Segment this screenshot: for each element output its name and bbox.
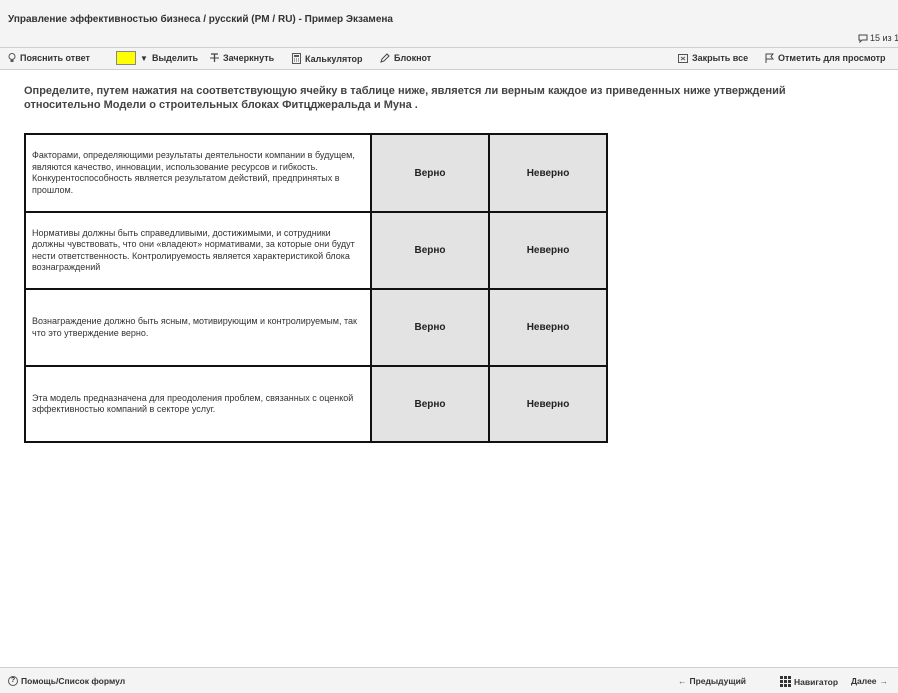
highlight-button[interactable]: Выделить [152, 53, 198, 63]
table-row: Нормативы должны быть справедливыми, дос… [24, 211, 608, 290]
notepad-button[interactable]: Блокнот [380, 53, 431, 63]
title-bar: Управление эффективностью бизнеса / русс… [0, 0, 898, 48]
navigator-button[interactable]: Навигатор [780, 676, 838, 687]
true-option-cell[interactable]: Верно [370, 288, 490, 367]
strikethrough-button[interactable]: Зачеркнуть [210, 53, 274, 63]
next-label: Далее [851, 676, 877, 686]
navigator-label: Навигатор [794, 676, 839, 687]
help-formulas-button[interactable]: ? Помощь/Список формул [8, 676, 125, 686]
question-text: Определите, путем нажатия на соответству… [24, 85, 786, 111]
previous-label: Предыдущий [689, 676, 747, 686]
strikethrough-icon [210, 53, 219, 63]
calculator-label: Калькулятор [305, 53, 363, 64]
highlight-color-picker[interactable]: ▼ [116, 51, 148, 65]
explain-answer-button[interactable]: Пояснить ответ [8, 53, 90, 63]
table-row: Эта модель предназначена для преодоления… [24, 365, 608, 443]
next-button[interactable]: Далее → [851, 676, 888, 686]
window-title: Управление эффективностью бизнеса / русс… [8, 14, 393, 25]
lightbulb-icon [8, 53, 16, 63]
calculator-icon [292, 53, 301, 64]
true-option-cell[interactable]: Верно [370, 211, 490, 290]
toolbar: Пояснить ответ ▼ Выделить Зачеркнуть Кал… [0, 48, 898, 70]
notepad-label: Блокнот [394, 53, 432, 63]
question-counter-text: 15 из 1 [870, 33, 898, 43]
explain-answer-label: Пояснить ответ [20, 53, 90, 63]
false-option-cell[interactable]: Неверно [488, 211, 608, 290]
highlight-color-swatch [116, 51, 136, 65]
table-row: Факторами, определяющими результаты деят… [24, 133, 608, 213]
window-close-icon [678, 53, 688, 63]
answer-table: Факторами, определяющими результаты деят… [24, 133, 608, 443]
statement-cell: Нормативы должны быть справедливыми, дос… [24, 211, 372, 290]
statement-cell: Факторами, определяющими результаты деят… [24, 133, 372, 213]
flag-icon [765, 53, 774, 63]
highlight-label: Выделить [152, 53, 199, 63]
pencil-icon [380, 53, 390, 63]
caret-down-icon: ▼ [140, 53, 148, 63]
false-option-cell[interactable]: Неверно [488, 133, 608, 213]
grid-icon [780, 676, 791, 687]
true-option-cell[interactable]: Верно [370, 133, 490, 213]
table-row: Вознаграждение должно быть ясным, мотиви… [24, 288, 608, 367]
flag-for-review-button[interactable]: Отметить для просмотр [765, 53, 886, 63]
flag-for-review-label: Отметить для просмотр [778, 53, 886, 63]
true-option-cell[interactable]: Верно [370, 365, 490, 443]
question-counter: 15 из 1 [858, 33, 898, 43]
false-option-cell[interactable]: Неверно [488, 365, 608, 443]
calculator-button[interactable]: Калькулятор [292, 53, 363, 64]
status-bar: ? Помощь/Список формул ← Предыдущий Нави… [0, 667, 898, 693]
statement-cell: Вознаграждение должно быть ясным, мотиви… [24, 288, 372, 367]
false-option-cell[interactable]: Неверно [488, 288, 608, 367]
close-all-button[interactable]: Закрыть все [678, 53, 748, 63]
previous-button[interactable]: ← Предыдущий [678, 676, 746, 686]
close-all-label: Закрыть все [692, 53, 749, 63]
statement-cell: Эта модель предназначена для преодоления… [24, 365, 372, 443]
help-formulas-label: Помощь/Список формул [21, 676, 126, 686]
speech-bubble-icon [858, 34, 868, 43]
help-icon: ? [8, 676, 18, 686]
arrow-left-icon: ← [678, 676, 687, 686]
arrow-right-icon: → [879, 676, 889, 686]
strikethrough-label: Зачеркнуть [223, 53, 275, 63]
